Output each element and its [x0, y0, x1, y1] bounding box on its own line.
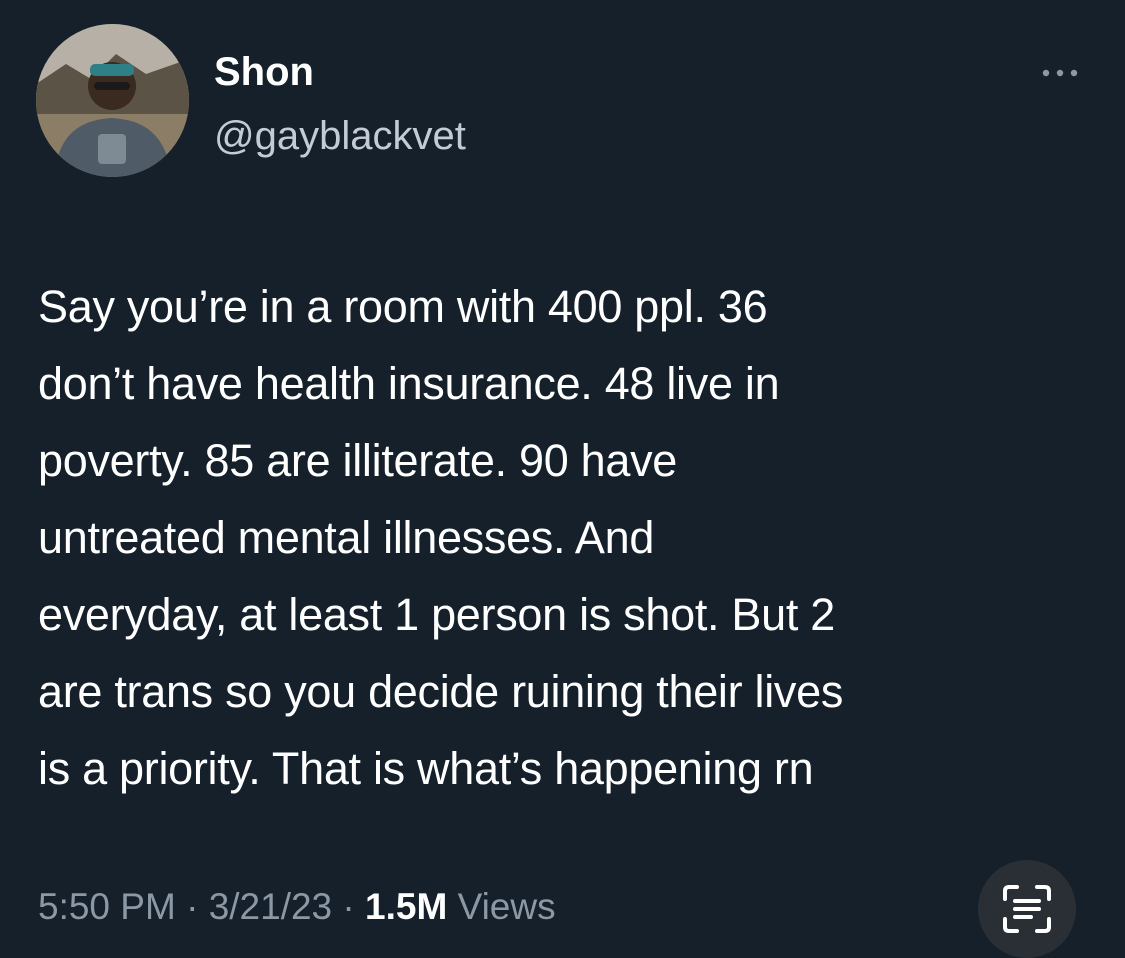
tweet-card: Shon @gayblackvet Say you’re in a room w… — [0, 0, 1125, 958]
meta-separator: · — [175, 886, 209, 927]
author-handle[interactable]: @gayblackvet — [214, 112, 466, 160]
avatar-image — [36, 24, 189, 177]
views-label: Views — [447, 886, 556, 927]
more-horizontal-icon — [1042, 69, 1078, 77]
tweet-metadata: 5:50 PM · 3/21/23 · 1.5M Views — [38, 884, 556, 930]
views-count: 1.5M — [365, 886, 448, 927]
meta-separator: · — [332, 886, 366, 927]
tweet-date[interactable]: 3/21/23 — [209, 886, 332, 927]
scan-text-icon — [1003, 885, 1051, 933]
more-options-button[interactable] — [1030, 58, 1090, 88]
tweet-text: Say you’re in a room with 400 ppl. 36 do… — [38, 281, 844, 794]
author-display-name[interactable]: Shon — [214, 48, 314, 96]
tweet-time[interactable]: 5:50 PM — [38, 886, 176, 927]
avatar[interactable] — [36, 24, 189, 177]
scan-text-button[interactable] — [978, 860, 1076, 958]
